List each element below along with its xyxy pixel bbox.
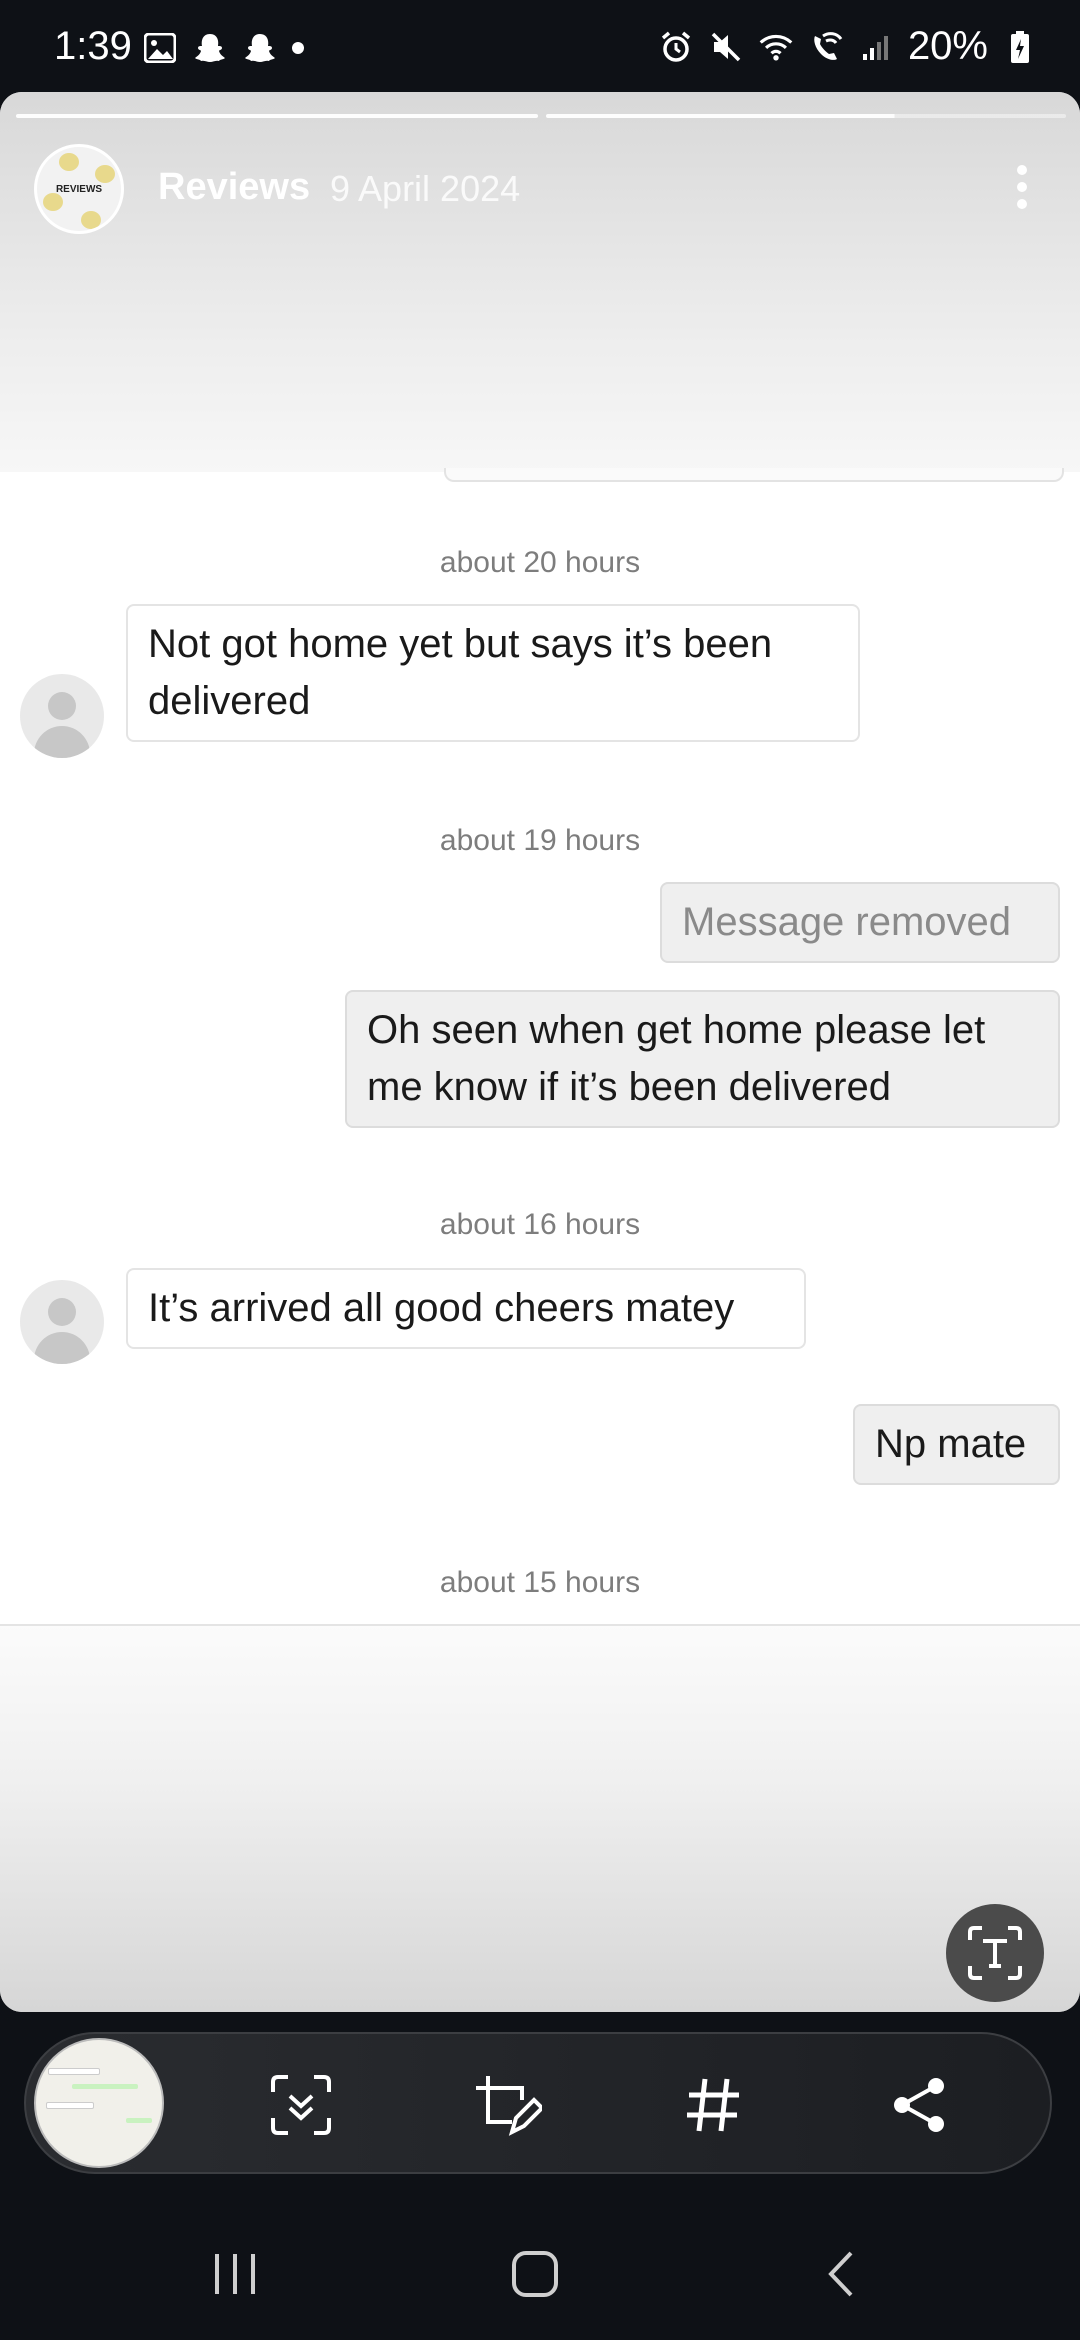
mute-icon xyxy=(708,29,744,65)
text-extract-icon xyxy=(968,1926,1022,1980)
account-name[interactable]: Reviews xyxy=(158,166,310,209)
home-icon[interactable] xyxy=(500,2244,570,2304)
hashtag-icon[interactable] xyxy=(678,2070,748,2140)
share-icon[interactable] xyxy=(884,2070,954,2140)
bottom-gradient xyxy=(0,1624,1080,2012)
top-gradient xyxy=(0,92,1080,472)
wifi-icon xyxy=(758,29,794,65)
back-icon[interactable] xyxy=(806,2244,876,2304)
more-options-icon[interactable] xyxy=(1014,162,1030,212)
sender-avatar xyxy=(20,674,104,758)
status-time: 1:39 xyxy=(54,24,132,68)
divider xyxy=(0,1624,1080,1626)
screenshot-toolbar xyxy=(24,2032,1052,2174)
incoming-message: It’s arrived all good cheers matey xyxy=(126,1268,806,1349)
battery-percent: 20% xyxy=(907,24,988,68)
previous-message-edge xyxy=(444,468,1064,482)
status-bar: 1:39 20% xyxy=(0,0,1080,92)
screenshot-thumbnail[interactable] xyxy=(34,2038,164,2168)
recents-icon[interactable] xyxy=(200,2244,270,2304)
story-viewer[interactable]: REVIEWS Reviews 9 April 2024 about 20 ho… xyxy=(0,92,1080,2012)
timestamp: about 15 hours xyxy=(439,1566,641,1599)
timestamp: about 20 hours xyxy=(439,546,641,579)
more-notifications-dot xyxy=(292,42,304,54)
extract-text-button[interactable] xyxy=(946,1904,1044,2002)
navigation-bar xyxy=(0,2200,1080,2340)
alarm-icon xyxy=(658,29,694,65)
removed-message: Message removed xyxy=(660,882,1060,963)
scroll-capture-icon[interactable] xyxy=(266,2070,336,2140)
timestamp: about 19 hours xyxy=(439,824,641,857)
snapchat-icon xyxy=(242,30,278,66)
wifi-call-icon xyxy=(808,29,844,65)
system-icons: 20% xyxy=(658,24,1038,69)
timestamp: about 16 hours xyxy=(439,1208,641,1241)
battery-charging-icon xyxy=(1002,29,1038,65)
notification-icons xyxy=(142,30,304,66)
gallery-icon xyxy=(142,30,178,66)
story-date: 9 April 2024 xyxy=(330,168,521,209)
progress-segment xyxy=(546,114,1066,118)
account-avatar[interactable]: REVIEWS xyxy=(34,144,124,234)
story-progress xyxy=(16,114,1066,118)
incoming-message: Not got home yet but says it’s been deli… xyxy=(126,604,860,742)
snapchat-icon xyxy=(192,30,228,66)
outgoing-message: Oh seen when get home please let me know… xyxy=(345,990,1060,1128)
sender-avatar xyxy=(20,1280,104,1364)
crop-edit-icon[interactable] xyxy=(472,2070,542,2140)
outgoing-message: Np mate xyxy=(853,1404,1060,1485)
progress-segment xyxy=(16,114,538,118)
avatar-label: REVIEWS xyxy=(55,183,103,195)
signal-icon xyxy=(858,29,894,65)
